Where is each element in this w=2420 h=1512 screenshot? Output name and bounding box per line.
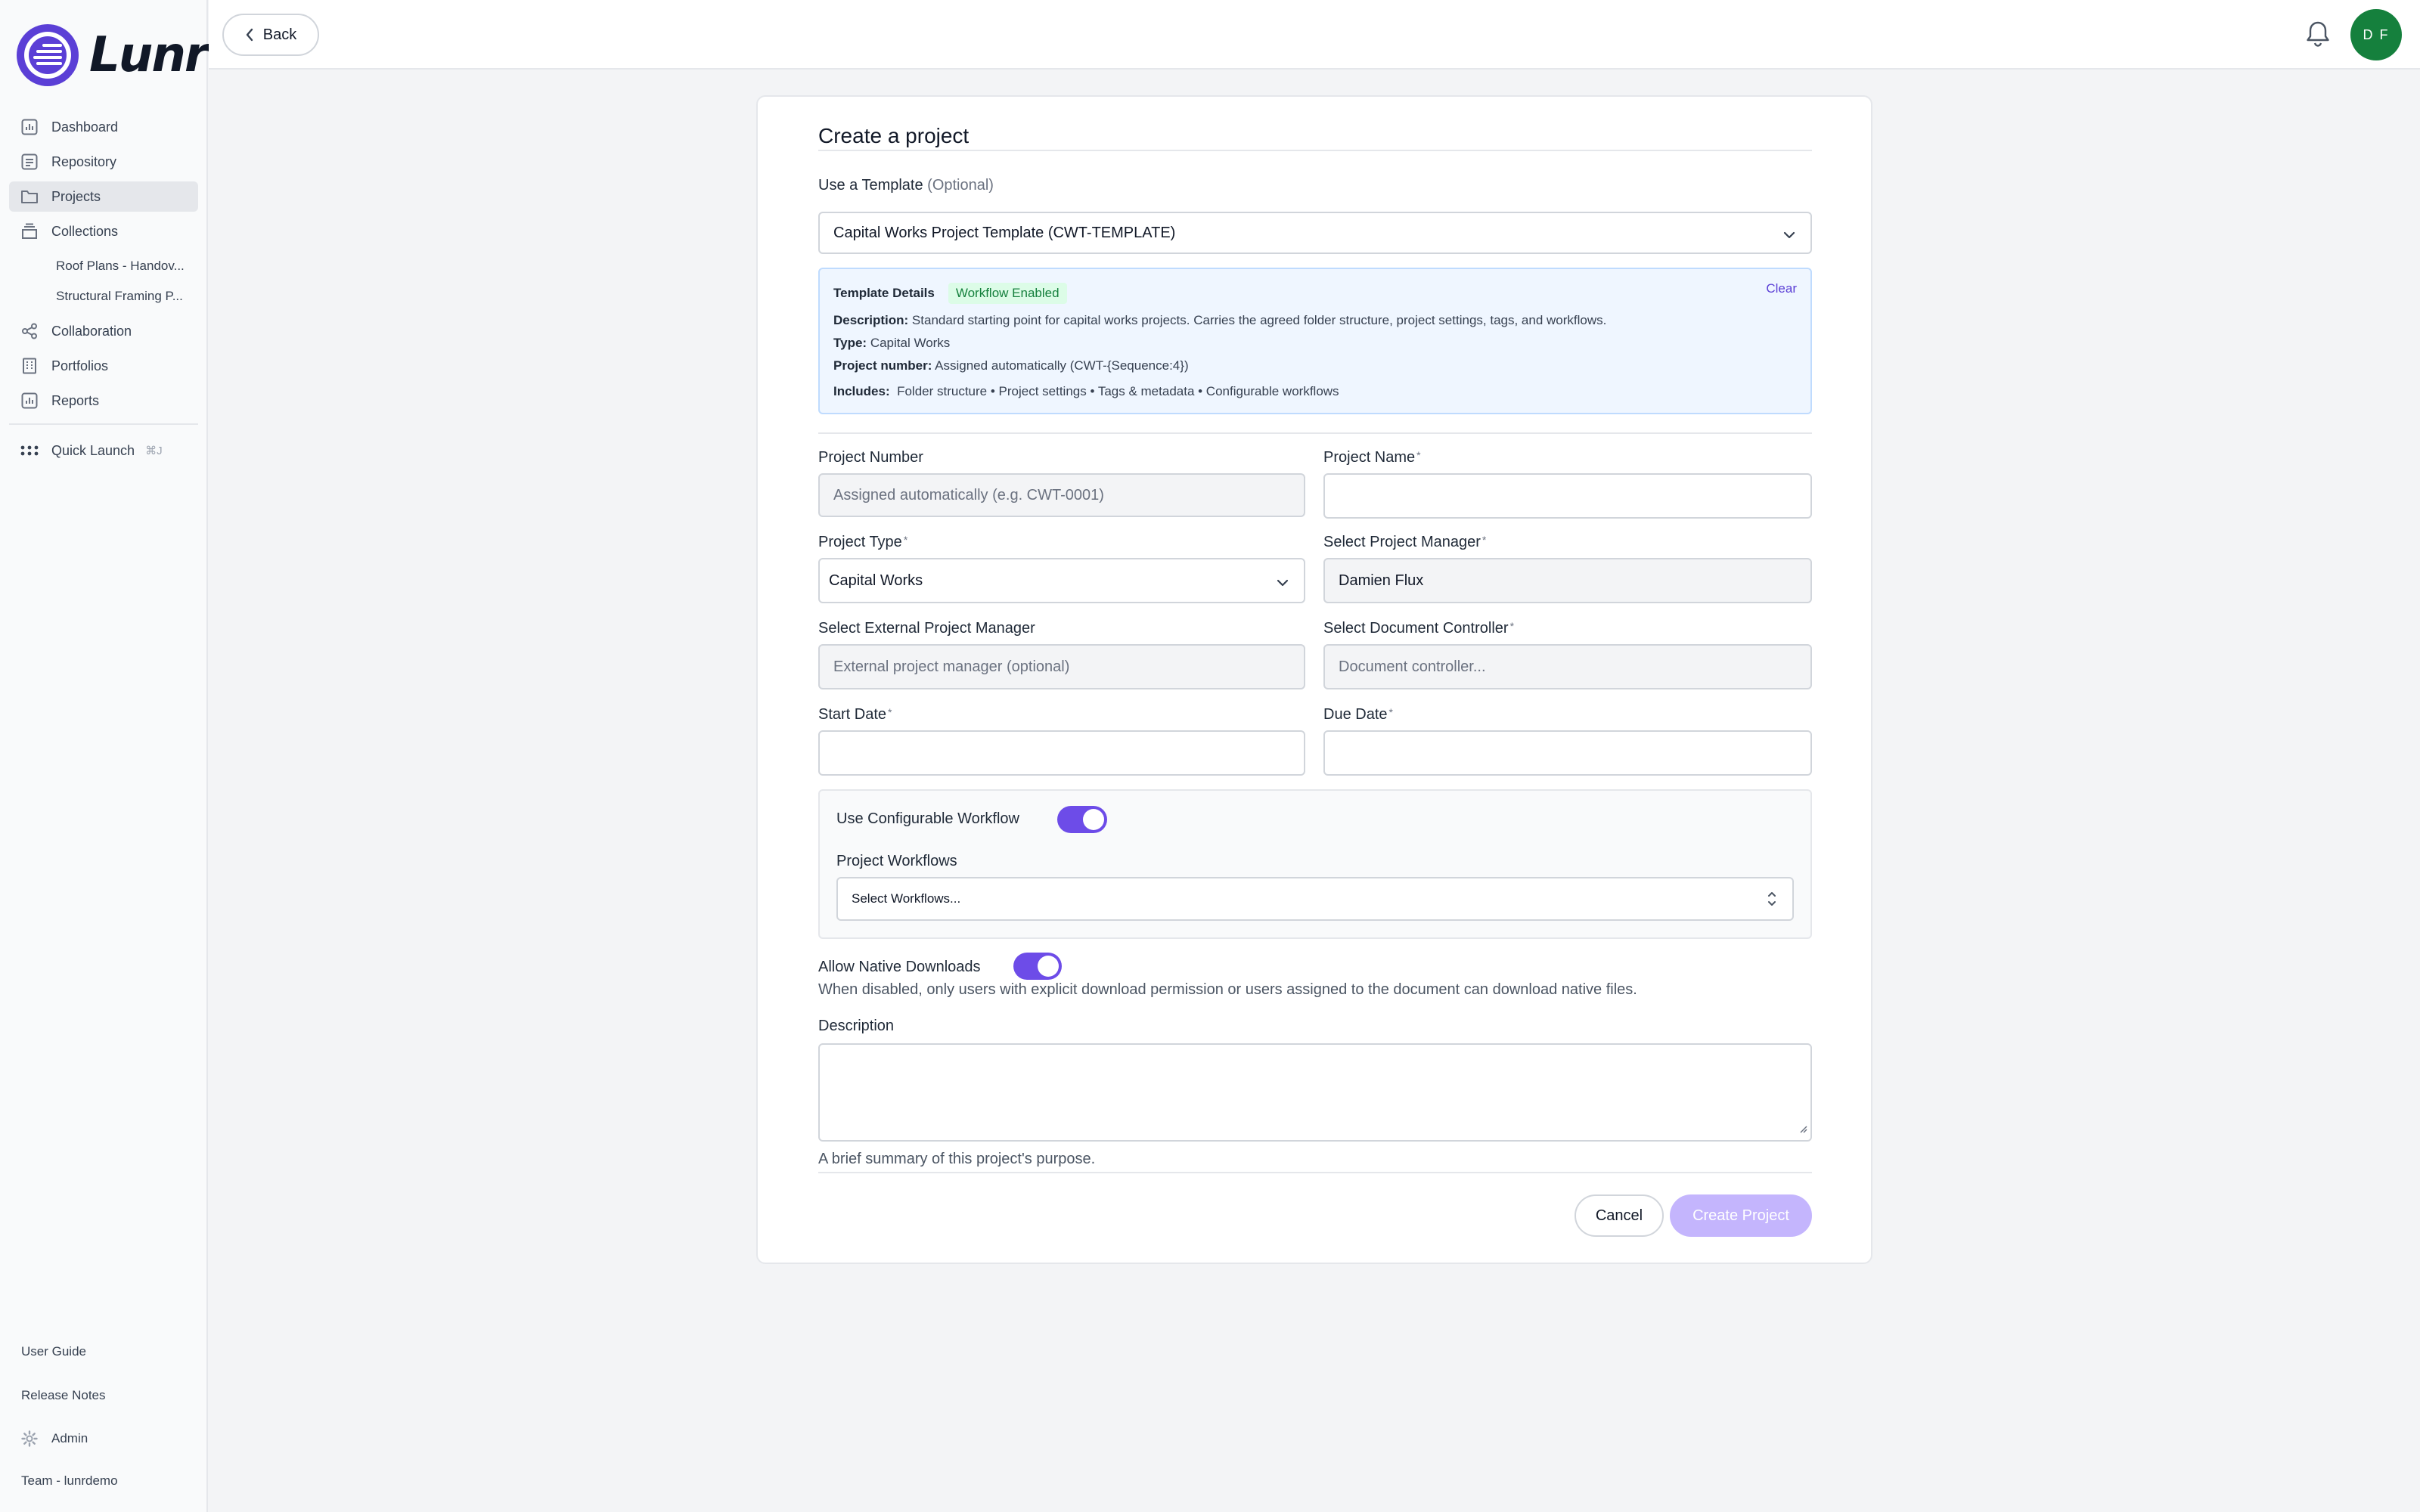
template-selected-value: Capital Works Project Template (CWT-TEMP…	[833, 224, 1176, 241]
project-number-field[interactable]: Assigned automatically (e.g. CWT-0001)	[818, 473, 1305, 517]
building-icon	[20, 358, 39, 374]
chevron-left-icon	[246, 28, 253, 42]
user-guide-link[interactable]: User Guide	[21, 1344, 203, 1359]
start-date-label: Start Date *	[818, 706, 892, 723]
sidebar-item-reports[interactable]: Reports	[9, 386, 198, 416]
clear-template-link[interactable]: Clear	[1766, 281, 1797, 296]
create-project-card: Create a project Use a Template (Optiona…	[756, 95, 1872, 1264]
sidebar-item-label: Reports	[51, 392, 100, 408]
back-button[interactable]: Back	[222, 14, 319, 56]
chevron-down-icon	[1277, 575, 1289, 592]
sidebar: Lunr Dashboard Repository Projects Colle…	[0, 0, 208, 1512]
due-date-input[interactable]	[1323, 730, 1812, 776]
quick-launch[interactable]: Quick Launch ⌘J	[9, 435, 198, 466]
sidebar-item-label: Collections	[51, 223, 119, 239]
due-date-label: Due Date *	[1323, 706, 1393, 723]
avatar[interactable]: D F	[2350, 9, 2402, 60]
workflow-panel: Use Configurable Workflow Project Workfl…	[818, 789, 1812, 939]
workflows-select[interactable]: Select Workflows...	[836, 877, 1794, 921]
description-label: Description	[818, 1018, 895, 1034]
sidebar-item-label: Dashboard	[51, 119, 119, 135]
workflow-toggle[interactable]	[1057, 806, 1107, 833]
document-controller-label: Select Document Controller *	[1323, 620, 1515, 637]
sidebar-item-repository[interactable]: Repository	[9, 147, 198, 177]
title-divider	[818, 150, 1812, 151]
workflows-placeholder: Select Workflows...	[852, 891, 961, 906]
report-icon	[20, 392, 39, 409]
logo[interactable]: Lunr	[17, 24, 208, 86]
collection-item[interactable]: Roof Plans - Handov...	[9, 251, 198, 281]
external-manager-select[interactable]: External project manager (optional)	[818, 644, 1305, 689]
project-type-label: Project Type *	[818, 534, 908, 550]
template-divider	[818, 432, 1812, 434]
workflow-toggle-label: Use Configurable Workflow	[836, 810, 1019, 827]
resize-handle-icon[interactable]	[1798, 1123, 1807, 1137]
topbar: Back	[209, 0, 2420, 70]
template-details: Template Details Workflow Enabled Clear D…	[818, 268, 1812, 414]
sidebar-item-dashboard[interactable]: Dashboard	[9, 112, 198, 142]
template-select[interactable]: Capital Works Project Template (CWT-TEMP…	[818, 212, 1812, 254]
share-icon	[20, 323, 39, 339]
chevron-down-icon	[1783, 227, 1795, 244]
sidebar-item-label: Projects	[51, 188, 101, 204]
folder-icon	[20, 188, 39, 205]
native-downloads-label: Allow Native Downloads	[818, 959, 981, 975]
template-description: Description: Standard starting point for…	[833, 313, 1607, 327]
sidebar-item-portfolios[interactable]: Portfolios	[9, 351, 198, 381]
back-label: Back	[262, 26, 297, 43]
sidebar-item-label: Portfolios	[51, 358, 109, 373]
page-title: Create a project	[818, 124, 970, 147]
project-name-input[interactable]	[1323, 473, 1812, 519]
project-type-value: Capital Works	[829, 572, 923, 589]
workflow-badge: Workflow Enabled	[948, 283, 1067, 304]
logo-text: Lunr	[89, 27, 208, 83]
grid-dots-icon	[20, 442, 39, 459]
cancel-button[interactable]: Cancel	[1575, 1194, 1664, 1237]
sidebar-item-collaboration[interactable]: Collaboration	[9, 316, 198, 346]
gear-icon	[21, 1430, 38, 1447]
project-name-label: Project Name *	[1323, 449, 1421, 466]
external-manager-label: Select External Project Manager	[818, 620, 1035, 637]
chart-icon	[20, 119, 39, 135]
document-controller-select[interactable]: Document controller...	[1323, 644, 1812, 689]
template-type: Type: Capital Works	[833, 336, 951, 350]
project-manager-select[interactable]: Damien Flux	[1323, 558, 1812, 603]
team-name[interactable]: Team - lunrdemo	[21, 1473, 203, 1489]
create-project-button[interactable]: Create Project	[1670, 1194, 1812, 1237]
keyboard-shortcut: ⌘J	[145, 445, 163, 457]
template-project-number: Project number: Assigned automatically (…	[833, 358, 1189, 373]
admin-label: Admin	[51, 1431, 88, 1445]
lunr-logo-icon	[17, 24, 79, 86]
quick-launch-label: Quick Launch	[51, 442, 135, 458]
start-date-input[interactable]	[818, 730, 1305, 776]
template-includes: Includes: Folder structure • Project set…	[833, 384, 1339, 398]
project-type-select[interactable]: Capital Works	[818, 558, 1305, 603]
template-label: Use a Template (Optional)	[818, 177, 994, 194]
bell-icon[interactable]	[2305, 20, 2331, 52]
collection-item[interactable]: Structural Framing P...	[9, 281, 198, 311]
description-textarea[interactable]	[818, 1043, 1812, 1142]
project-number-label: Project Number	[818, 449, 923, 466]
template-details-header: Template Details Workflow Enabled	[833, 283, 1067, 304]
footer-divider	[818, 1172, 1812, 1173]
sidebar-item-collections[interactable]: Collections	[9, 216, 198, 246]
description-help: A brief summary of this project's purpos…	[818, 1151, 1096, 1167]
sidebar-divider	[9, 423, 198, 425]
native-downloads-toggle[interactable]	[1013, 953, 1062, 980]
sidebar-item-label: Collaboration	[51, 323, 132, 339]
repository-icon	[20, 153, 39, 170]
collections-icon	[20, 223, 39, 240]
sidebar-item-label: Repository	[51, 153, 117, 169]
project-workflows-label: Project Workflows	[836, 853, 957, 869]
release-notes-link[interactable]: Release Notes	[21, 1388, 203, 1403]
native-downloads-help: When disabled, only users with explicit …	[818, 981, 1637, 998]
project-manager-label: Select Project Manager *	[1323, 534, 1487, 550]
chevron-updown-icon	[1767, 889, 1777, 912]
sidebar-nav: Dashboard Repository Projects Collection…	[9, 112, 198, 470]
admin-link[interactable]: Admin	[21, 1430, 203, 1447]
sidebar-item-projects[interactable]: Projects	[9, 181, 198, 212]
